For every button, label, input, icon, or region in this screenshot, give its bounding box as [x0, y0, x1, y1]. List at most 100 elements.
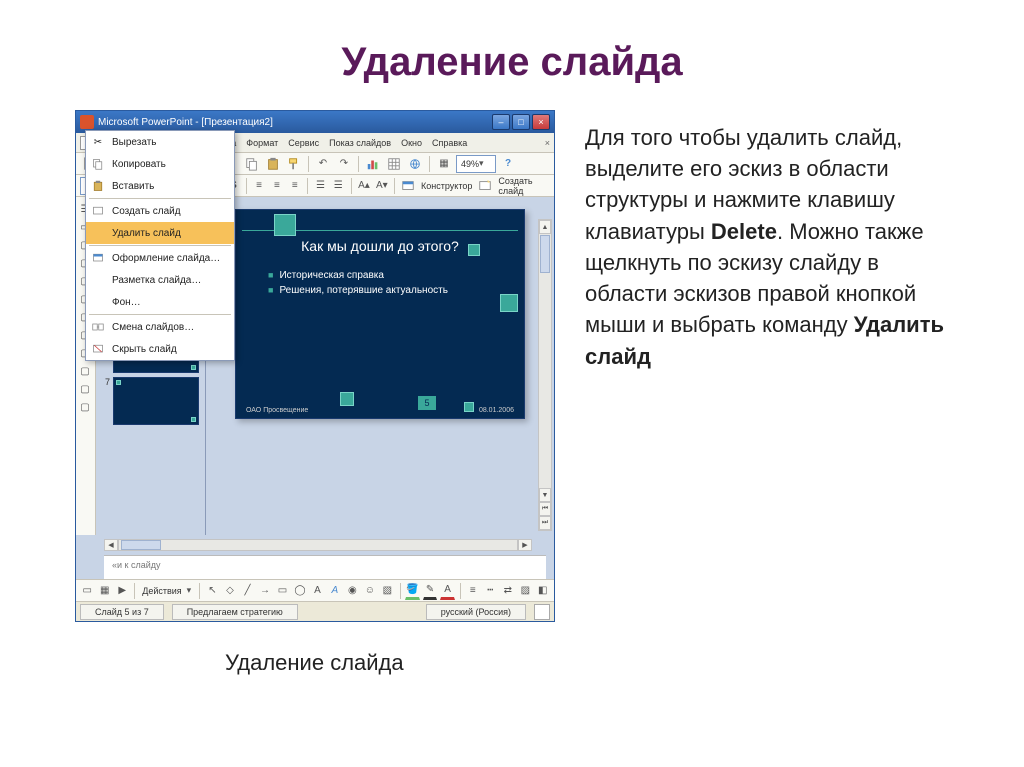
actions-label[interactable]: Действия — [140, 586, 183, 596]
minimize-button[interactable]: – — [492, 114, 510, 130]
ctx-slide-layout[interactable]: Разметка слайда… — [86, 269, 234, 291]
thumb-number-7: 7 — [100, 377, 110, 387]
new-slide-label[interactable]: Создать слайд — [496, 176, 550, 196]
align-center-icon[interactable]: ≡ — [269, 177, 284, 195]
menu-tools[interactable]: Сервис — [288, 138, 319, 148]
designer-label[interactable]: Конструктор — [419, 181, 474, 191]
redo-icon[interactable]: ↷ — [335, 155, 353, 173]
hscroll-thumb[interactable] — [121, 540, 161, 550]
numbering-icon[interactable]: ☰ — [313, 177, 328, 195]
menu-window[interactable]: Окно — [401, 138, 422, 148]
undo-icon[interactable]: ↶ — [314, 155, 332, 173]
ctx-hide-slide[interactable]: Скрыть слайд — [86, 338, 234, 360]
ctx-transition[interactable]: Смена слайдов… — [86, 316, 234, 338]
show-grid-icon[interactable]: ▦ — [435, 155, 453, 173]
pointer-icon[interactable]: ↖ — [205, 582, 219, 600]
view-normal-icon[interactable]: ▭ — [80, 582, 94, 600]
context-menu: ✂ Вырезать Копировать Вставить Создать с… — [85, 130, 235, 361]
slide-thumbnail-7[interactable] — [113, 377, 199, 425]
dash-style-icon[interactable]: ┅ — [483, 582, 497, 600]
ctx-paste[interactable]: Вставить — [86, 175, 234, 197]
designer-icon[interactable] — [400, 177, 416, 195]
decor-square-icon — [468, 244, 480, 256]
scroll-down-icon[interactable]: ▼ — [539, 488, 551, 502]
close-button[interactable]: × — [532, 114, 550, 130]
mdi-close-icon[interactable]: × — [545, 138, 550, 148]
rectangle-icon[interactable]: ▭ — [275, 582, 289, 600]
slide-footer-right: 08.01.2006 — [479, 407, 514, 414]
view-show-icon[interactable]: ▶ — [115, 582, 129, 600]
clipart-icon[interactable]: ☺ — [363, 582, 377, 600]
slide-bullet-2: Решения, потерявшие актуальность — [268, 285, 506, 296]
oval-icon[interactable]: ◯ — [293, 582, 307, 600]
font-color-icon[interactable]: A — [440, 582, 454, 600]
scroll-up-icon[interactable]: ▲ — [539, 220, 551, 234]
scroll-thumb[interactable] — [540, 235, 550, 273]
status-spell-icon[interactable] — [534, 604, 550, 620]
scroll-right-icon[interactable]: ▶ — [518, 539, 532, 551]
fill-color-icon[interactable]: 🪣 — [405, 582, 419, 600]
arrow-icon[interactable]: → — [258, 582, 272, 600]
slide-editor-area: Как мы дошли до этого? Историческая спра… — [206, 197, 554, 535]
picture-icon[interactable]: ▧ — [380, 582, 394, 600]
tool-icon-8[interactable]: ▢ — [77, 363, 93, 379]
tool-icon-10[interactable]: ▢ — [77, 399, 93, 415]
powerpoint-window: Microsoft PowerPoint - [Презентация2] – … — [75, 110, 555, 622]
wordart-icon[interactable]: A — [328, 582, 342, 600]
transition-icon — [90, 319, 106, 335]
scroll-left-icon[interactable]: ◀ — [104, 539, 118, 551]
horizontal-scrollbar[interactable]: ◀ ▶ — [104, 539, 532, 553]
layout-icon — [90, 272, 106, 288]
line-color-icon[interactable]: ✎ — [423, 582, 437, 600]
diagram-icon[interactable]: ◉ — [345, 582, 359, 600]
table-icon[interactable] — [385, 155, 403, 173]
menu-slideshow[interactable]: Показ слайдов — [329, 138, 391, 148]
decrease-font-icon[interactable]: A▾ — [374, 177, 389, 195]
chart-icon[interactable] — [364, 155, 382, 173]
figure-caption: Удаление слайда — [225, 650, 1024, 676]
prev-slide-icon[interactable]: ⏮ — [539, 502, 551, 516]
zoom-field[interactable]: 49%▾ — [456, 155, 496, 173]
copy-icon[interactable] — [243, 155, 261, 173]
shadow-style-icon[interactable]: ▨ — [518, 582, 532, 600]
hide-slide-icon — [90, 341, 106, 357]
ctx-copy[interactable]: Копировать — [86, 153, 234, 175]
line-icon[interactable]: ╱ — [240, 582, 254, 600]
ctx-new-slide[interactable]: Создать слайд — [86, 200, 234, 222]
ctx-cut[interactable]: ✂ Вырезать — [86, 131, 234, 153]
align-right-icon[interactable]: ≡ — [287, 177, 302, 195]
notes-pane[interactable]: «и к слайду — [104, 555, 546, 579]
status-slide-count: Слайд 5 из 7 — [80, 604, 164, 620]
arrow-style-icon[interactable]: ⇄ — [501, 582, 515, 600]
decor-square-icon — [500, 294, 518, 312]
design-icon — [90, 250, 106, 266]
paste-icon[interactable] — [264, 155, 282, 173]
window-title-text: Microsoft PowerPoint - [Презентация2] — [98, 117, 488, 128]
tool-icon-9[interactable]: ▢ — [77, 381, 93, 397]
3d-style-icon[interactable]: ◧ — [536, 582, 550, 600]
ctx-slide-design[interactable]: Оформление слайда… — [86, 247, 234, 269]
new-slide-icon[interactable] — [477, 177, 493, 195]
increase-font-icon[interactable]: A▴ — [357, 177, 372, 195]
hyperlink-icon[interactable] — [406, 155, 424, 173]
next-slide-icon[interactable]: ⏭ — [539, 516, 551, 530]
textbox-icon[interactable]: A — [310, 582, 324, 600]
align-left-icon[interactable]: ≡ — [252, 177, 267, 195]
help-icon[interactable]: ? — [499, 155, 517, 173]
view-sorter-icon[interactable]: ▦ — [97, 582, 111, 600]
maximize-button[interactable]: □ — [512, 114, 530, 130]
bullets-icon[interactable]: ☰ — [331, 177, 346, 195]
workspace: ☰ ▭ ▢ ▢ ▢ ▢ ▢ ▢ ▢ ▢ ▢ ▢ ≡ ▭ 4 — [76, 197, 554, 535]
autoshapes-icon[interactable]: ◇ — [223, 582, 237, 600]
slide-canvas[interactable]: Как мы дошли до этого? Историческая спра… — [235, 209, 525, 419]
vertical-scrollbar[interactable]: ▲ ▼ ⏮ ⏭ — [538, 219, 552, 531]
ctx-delete-slide[interactable]: Удалить слайд — [86, 222, 234, 244]
decor-square-icon — [340, 392, 354, 406]
format-painter-icon[interactable] — [285, 155, 303, 173]
ctx-background[interactable]: Фон… — [86, 291, 234, 313]
slide-footer-left: ОАО Просвещение — [246, 407, 308, 414]
menu-help[interactable]: Справка — [432, 138, 467, 148]
decor-square-icon — [274, 214, 296, 236]
menu-format[interactable]: Формат — [246, 138, 278, 148]
line-style-icon[interactable]: ≡ — [466, 582, 480, 600]
